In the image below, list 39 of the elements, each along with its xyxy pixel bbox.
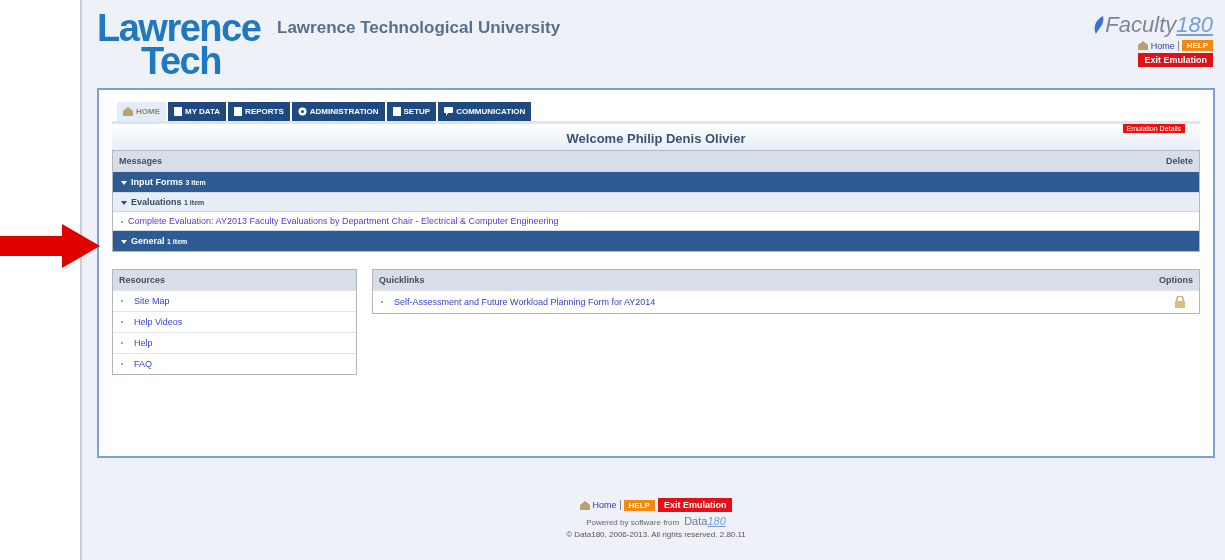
quicklinks-title: Quicklinks — [379, 275, 425, 285]
home-icon[interactable] — [1137, 41, 1148, 50]
speech-bubble-icon — [444, 107, 454, 116]
welcome-heading: Welcome Philip Denis Olivier — [566, 131, 746, 146]
resource-link[interactable]: Site Map — [134, 296, 170, 306]
nav-tab[interactable]: COMMUNICATION — [438, 102, 532, 121]
university-logo: Lawrence Tech — [97, 12, 262, 79]
expand-arrow-icon — [121, 239, 127, 244]
exit-emulation-button[interactable]: Exit Emulation — [657, 498, 733, 512]
nav-tab[interactable]: ADMINISTRATION — [291, 102, 385, 121]
gear-icon — [297, 107, 307, 116]
document-icon — [174, 107, 182, 116]
delete-label[interactable]: Delete — [1166, 156, 1193, 166]
quicklink[interactable]: Self-Assessment and Future Workload Planning Form for AY2014 — [394, 297, 656, 307]
arrow-icon — [0, 224, 100, 268]
nav-tab[interactable]: MY DATA — [168, 102, 227, 121]
product-logo: Faculty180 — [1093, 12, 1213, 38]
document-icon — [392, 107, 401, 116]
resources-title: Resources — [119, 275, 166, 285]
nav-tab[interactable]: SETUP — [386, 102, 437, 121]
lock-icon[interactable] — [1175, 296, 1185, 308]
home-icon — [123, 107, 133, 116]
resource-link[interactable]: Help — [134, 338, 153, 348]
home-link[interactable]: Home — [1150, 40, 1179, 51]
exit-emulation-button[interactable]: Exit Emulation — [1138, 53, 1213, 67]
resource-link[interactable]: FAQ — [134, 359, 152, 369]
university-title: Lawrence Technological University — [277, 17, 561, 38]
document-icon — [234, 107, 243, 116]
expand-arrow-icon — [121, 180, 127, 185]
copyright-text: © Data180, 2006-2013. All rights reserved. 2.80.11 — [566, 530, 746, 539]
powered-by-text: Powered by software from — [586, 518, 680, 527]
messages-title: Messages — [119, 156, 163, 166]
home-link[interactable]: Home — [592, 500, 621, 510]
resource-link[interactable]: Help Videos — [134, 317, 183, 327]
nav-tab[interactable]: REPORTS — [228, 102, 290, 121]
home-icon[interactable] — [579, 500, 590, 510]
options-label[interactable]: Options — [1159, 275, 1193, 285]
expand-arrow-icon — [121, 200, 127, 205]
data180-logo: Data180 — [684, 515, 726, 527]
